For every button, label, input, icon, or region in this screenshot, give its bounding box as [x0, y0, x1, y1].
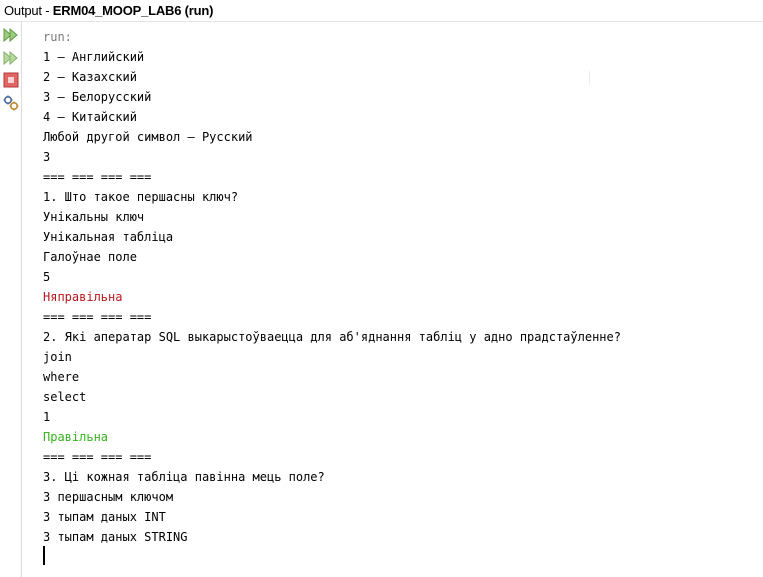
rerun-with-args-icon [3, 50, 18, 66]
console-line: 1. Што такое першасны ключ? [43, 190, 239, 204]
console-line: 3 – Белорусский [43, 90, 152, 104]
stop-button[interactable] [2, 71, 20, 89]
rerun-with-args-button[interactable] [2, 49, 20, 67]
output-tab-header[interactable]: Output - ERM04_MOOP_LAB6 (run) [0, 0, 763, 22]
console-line: === === === === [43, 170, 152, 184]
console-line: === === === === [43, 310, 152, 324]
settings-icon [3, 95, 19, 111]
output-title-project: ERM04_MOOP_LAB6 (run) [52, 3, 214, 18]
result-right-line: Правільна [43, 430, 109, 444]
output-window: Output - ERM04_MOOP_LAB6 (run) run: 1 – … [0, 0, 763, 577]
output-title-prefix: Output - [4, 3, 53, 18]
settings-button[interactable] [2, 94, 20, 112]
console-line: 3. Ці кожная табліца павінна мець поле? [43, 470, 325, 484]
output-tab-title[interactable]: Output - ERM04_MOOP_LAB6 (run) [4, 3, 213, 18]
console-line: 3 [43, 150, 51, 164]
console-line: 1 [43, 410, 51, 424]
console-line: 2 – Казахский [43, 70, 137, 84]
console-line: === === === === [43, 450, 152, 464]
console-line: 2. Які аператар SQL выкарыстоўваецца для… [43, 330, 621, 344]
console-line: 4 – Китайский [43, 110, 137, 124]
result-wrong-line: Няправільна [43, 290, 123, 304]
run-label: run: [43, 30, 72, 44]
stop-icon [3, 72, 19, 88]
divider [589, 71, 590, 85]
text-caret [43, 546, 45, 565]
console-line: 1 – Английский [43, 50, 145, 64]
console-line: Унікальны ключ [43, 210, 145, 224]
console-line: З тыпам даных INT [43, 510, 166, 524]
console-line: З першасным ключом [43, 490, 174, 504]
rerun-icon [3, 27, 18, 43]
console-line: Унікальная табліца [43, 230, 174, 244]
console-line: 5 [43, 270, 51, 284]
console-line: select [43, 390, 87, 404]
rerun-button[interactable] [2, 26, 20, 44]
console-line: join [43, 350, 72, 364]
console-output[interactable]: run: 1 – Английский 2 – Казахский 3 – Белор… [23, 22, 763, 577]
output-toolbar [0, 22, 22, 577]
console-line: Любой другой символ – Русский [43, 130, 253, 144]
console-line: where [43, 370, 80, 384]
console-line: З тыпам даных STRING [43, 530, 188, 544]
console-line: Галоўнае поле [43, 250, 137, 264]
